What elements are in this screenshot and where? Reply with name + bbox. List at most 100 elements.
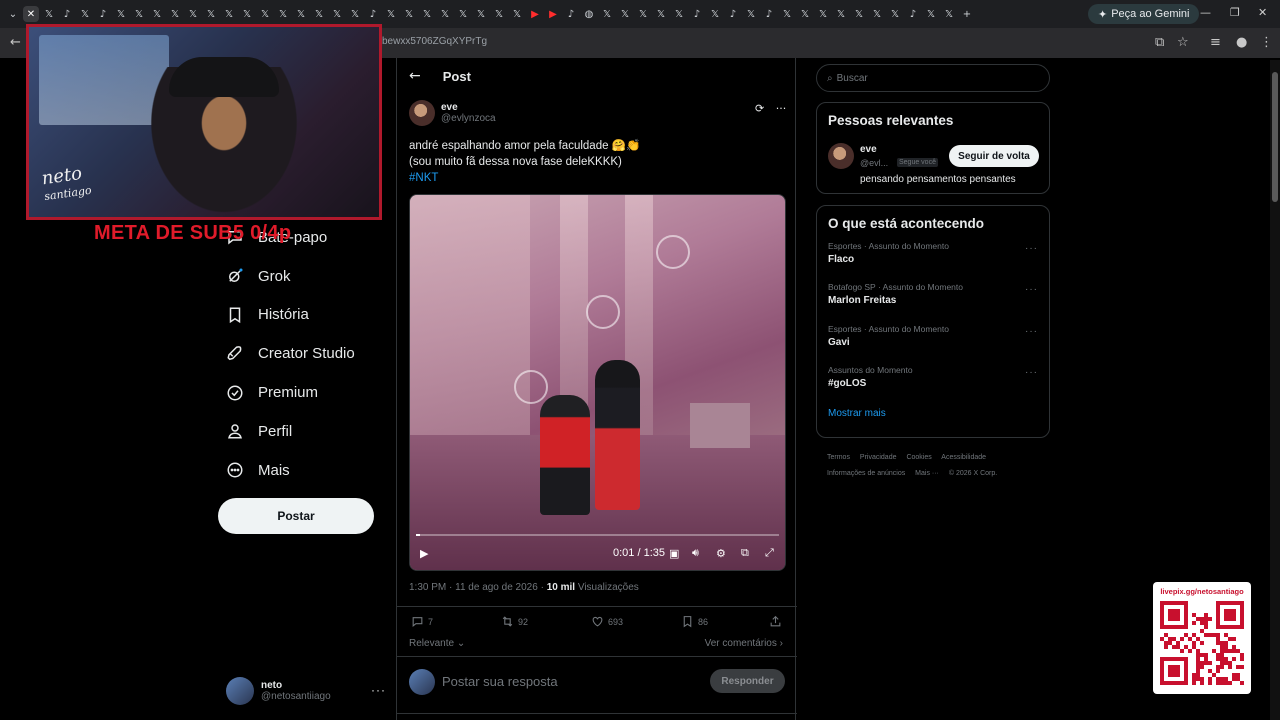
hashtag-link[interactable]: #NKT — [409, 170, 640, 186]
tab-x[interactable]: 𝕏 — [149, 6, 165, 22]
volume-icon[interactable]: 🔊︎ — [692, 546, 699, 560]
video-player[interactable]: ▶ 0:01 / 1:35 ▣ 🔊︎ ⚙ ⧉ ⤢ — [409, 194, 786, 571]
show-more-link[interactable]: Mostrar mais — [828, 408, 1038, 419]
tab-x[interactable]: 𝕏 — [203, 6, 219, 22]
footer-link[interactable]: Termos — [827, 454, 850, 461]
tab-x[interactable]: 𝕏 — [131, 6, 147, 22]
tab-x[interactable]: 𝕏 — [653, 6, 669, 22]
more-dots-icon[interactable]: ··· — [1025, 367, 1038, 378]
repost-button[interactable]: 92 — [501, 615, 528, 628]
tab-x[interactable]: 𝕏 — [491, 6, 507, 22]
nav-item-more[interactable]: Mais — [218, 451, 388, 490]
relevant-user-name[interactable]: eve — [860, 144, 877, 155]
tab-tiktok[interactable]: ♪ — [689, 6, 705, 22]
tab-x[interactable]: 𝕏 — [743, 6, 759, 22]
tab-x[interactable]: 𝕏 — [329, 6, 345, 22]
footer-link[interactable]: Mais ··· — [915, 470, 939, 477]
avatar[interactable] — [409, 100, 435, 126]
fullscreen-icon[interactable]: ⤢ — [765, 546, 774, 560]
minimize-icon[interactable]: — — [1200, 6, 1211, 19]
tab-x[interactable]: 𝕏 — [617, 6, 633, 22]
post-button[interactable]: Postar — [218, 498, 374, 534]
close-window-icon[interactable]: ✕ — [1258, 6, 1267, 19]
tab-x[interactable]: 𝕏 — [293, 6, 309, 22]
ask-gemini-button[interactable]: ✦ Peça ao Gemini — [1088, 4, 1200, 24]
tab-x[interactable]: 𝕏 — [779, 6, 795, 22]
url-text[interactable]: bewxx5706ZGqXYPrTg — [382, 36, 487, 47]
follow-back-button[interactable]: Seguir de volta — [949, 145, 1039, 167]
relevant-user-handle[interactable]: @evl... — [860, 158, 888, 168]
back-arrow-icon[interactable]: ← — [10, 35, 21, 50]
pip-icon[interactable]: ⧉ — [741, 546, 749, 560]
install-app-icon[interactable]: ⧉ — [1155, 35, 1164, 50]
nav-item-profile[interactable]: Perfil — [218, 412, 388, 451]
more-dots-icon[interactable]: ··· — [1025, 326, 1038, 337]
tab-x[interactable]: 𝕏 — [707, 6, 723, 22]
tab-x[interactable]: 𝕏 — [239, 6, 255, 22]
tab-x[interactable]: 𝕏 — [185, 6, 201, 22]
share-button[interactable] — [769, 615, 782, 628]
tab-youtube[interactable]: ▶ — [527, 6, 543, 22]
tab-x[interactable]: 𝕏 — [383, 6, 399, 22]
tab-x[interactable]: 𝕏 — [167, 6, 183, 22]
tab-x[interactable]: 𝕏 — [851, 6, 867, 22]
tab-x[interactable]: 𝕏 — [869, 6, 885, 22]
tab-tiktok[interactable]: ♪ — [59, 6, 75, 22]
author-handle[interactable]: @evlynzoca — [441, 113, 496, 124]
tab-x[interactable]: 𝕏 — [473, 6, 489, 22]
tab-tiktok[interactable]: ♪ — [563, 6, 579, 22]
tab-x[interactable]: 𝕏 — [221, 6, 237, 22]
tab-x[interactable]: 𝕏 — [401, 6, 417, 22]
tab-tiktok[interactable]: ♪ — [725, 6, 741, 22]
like-button[interactable]: 693 — [591, 615, 623, 628]
tab-x[interactable]: 𝕏 — [437, 6, 453, 22]
play-icon[interactable]: ▶ — [420, 547, 428, 560]
tab-tiktok[interactable]: ♪ — [95, 6, 111, 22]
account-switcher[interactable]: neto @netosantiiago ··· — [226, 675, 386, 707]
close-tab-icon[interactable]: ✕ — [23, 6, 39, 22]
tab-x[interactable]: 𝕏 — [815, 6, 831, 22]
tab-x[interactable]: 𝕏 — [455, 6, 471, 22]
trend-item[interactable]: Botafogo SP · Assunto do Momento Marlon … — [828, 282, 1038, 323]
tab-youtube[interactable]: ▶ — [545, 6, 561, 22]
reply-submit-button[interactable]: Responder — [710, 669, 785, 693]
sort-relevant-dropdown[interactable]: Relevante ⌄ — [409, 638, 465, 649]
view-comments-link[interactable]: Ver comentários › — [705, 638, 783, 649]
tab-x[interactable]: 𝕏 — [113, 6, 129, 22]
avatar[interactable] — [828, 143, 854, 169]
tab-x[interactable]: 𝕏 — [923, 6, 939, 22]
tab-x[interactable]: 𝕏 — [941, 6, 957, 22]
tab-x[interactable]: 𝕏 — [419, 6, 435, 22]
tab-tiktok[interactable]: ♪ — [761, 6, 777, 22]
bookmark-star-icon[interactable]: ☆ — [1177, 35, 1189, 50]
post-timestamp[interactable]: 1:30 PM · 11 de ago de 2026 · — [409, 582, 544, 593]
tab-x[interactable]: 𝕏 — [833, 6, 849, 22]
trend-item[interactable]: Esportes · Assunto do Momento Flaco ··· — [828, 241, 1038, 282]
restore-icon[interactable]: ❐ — [1230, 6, 1240, 19]
post-author[interactable]: eve @evlynzoca — [409, 100, 496, 126]
tab-x[interactable]: 𝕏 — [671, 6, 687, 22]
more-dots-icon[interactable]: ··· — [371, 683, 386, 697]
tab-tiktok[interactable]: ♪ — [905, 6, 921, 22]
captions-icon[interactable]: ▣ — [669, 547, 679, 560]
tab-tiktok[interactable]: ♪ — [365, 6, 381, 22]
tab-x[interactable]: 𝕏 — [275, 6, 291, 22]
browser-menu-icon[interactable]: ⋮ — [1260, 35, 1273, 50]
trend-item[interactable]: Assuntos do Momento #goLOS ··· — [828, 365, 1038, 406]
footer-link[interactable]: Privacidade — [860, 454, 897, 461]
search-input[interactable]: ⌕ Buscar — [816, 64, 1050, 92]
tab-x[interactable]: 𝕏 — [635, 6, 651, 22]
nav-item-premium[interactable]: Premium — [218, 373, 388, 412]
more-dots-icon[interactable]: ··· — [1025, 284, 1038, 295]
new-tab-icon[interactable]: + — [959, 6, 975, 22]
media-controls-icon[interactable]: ≡ — [1210, 35, 1221, 50]
footer-link[interactable]: Acessibilidade — [941, 454, 986, 461]
author-name[interactable]: eve — [441, 102, 496, 113]
tab-x[interactable]: 𝕏 — [797, 6, 813, 22]
tab-x[interactable]: 𝕏 — [311, 6, 327, 22]
nav-item-grok[interactable]: Grok — [218, 257, 388, 296]
tab-list-chevron-icon[interactable]: ⌄ — [5, 6, 21, 22]
nav-item-creator-studio[interactable]: Creator Studio — [218, 334, 388, 373]
tab-x[interactable]: 𝕏 — [887, 6, 903, 22]
tab-x[interactable]: 𝕏 — [347, 6, 363, 22]
